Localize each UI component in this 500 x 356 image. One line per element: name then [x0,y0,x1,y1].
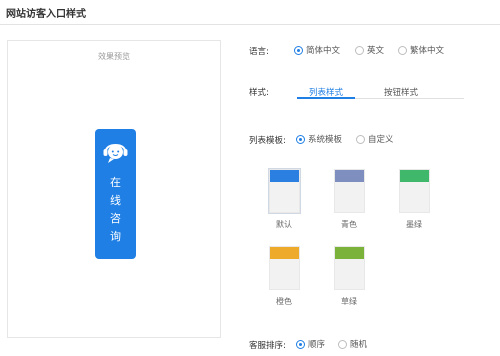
active-tab-indicator [297,97,355,99]
swatch-color-bar [270,170,299,182]
swatch-label: 橙色 [276,297,292,306]
consult-char: 线 [110,194,121,207]
radio-indicator [398,45,407,55]
consult-char: 咨 [110,212,121,225]
radio-indicator [355,45,364,55]
preview-label: 效果预览 [98,52,130,61]
swatch-label: 草绿 [341,297,357,306]
radio-label: 繁体中文 [410,46,445,56]
template-swatch-default[interactable] [269,169,300,213]
radio-label: 英文 [367,46,385,56]
swatch-label: 青色 [341,220,357,229]
service-order-label: 客服排序: [249,341,286,351]
radio-english[interactable]: 英文 [355,44,384,56]
radio-label: 随机 [350,340,368,350]
radio-indicator [356,134,365,144]
consult-char: 在 [110,176,121,189]
page-title: 网站访客入口样式 [6,9,86,20]
radio-simplified-chinese[interactable]: 简体中文 [294,44,340,56]
template-swatch-grass-green[interactable] [334,246,365,290]
radio-indicator [338,339,347,349]
swatch-color-bar [270,247,299,259]
radio-random[interactable]: 随机 [338,338,367,350]
radio-label: 自定义 [368,135,394,145]
template-swatch-cyan[interactable] [334,169,365,213]
template-swatch-dark-green[interactable] [399,169,430,213]
title-divider [0,24,500,25]
list-template-label: 列表模板: [249,136,286,146]
consult-button-text: 在 线 咨 询 [95,174,136,246]
tab-button-style[interactable]: 按钮样式 [372,86,430,98]
radio-indicator [296,134,305,144]
template-swatch-orange[interactable] [269,246,300,290]
language-label: 语言: [249,47,269,57]
swatch-color-bar [335,170,364,182]
radio-system-template[interactable]: 系统模板 [296,133,342,145]
radio-label: 顺序 [308,340,326,350]
style-label: 样式: [249,88,269,98]
headset-chat-icon [103,144,128,163]
radio-custom-template[interactable]: 自定义 [356,133,394,145]
preview-panel: 效果预览 在 线 咨 询 [7,40,221,338]
online-consult-button[interactable]: 在 线 咨 询 [95,129,136,259]
radio-sequential[interactable]: 顺序 [296,338,325,350]
radio-label: 简体中文 [306,46,341,56]
swatch-label: 默认 [276,220,292,229]
radio-indicator [296,339,305,349]
radio-label: 系统模板 [308,135,343,145]
radio-indicator [294,45,303,55]
swatch-color-bar [400,170,429,182]
radio-traditional-chinese[interactable]: 繁体中文 [398,44,444,56]
consult-char: 询 [110,230,121,243]
swatch-label: 墨绿 [406,220,422,229]
swatch-color-bar [335,247,364,259]
